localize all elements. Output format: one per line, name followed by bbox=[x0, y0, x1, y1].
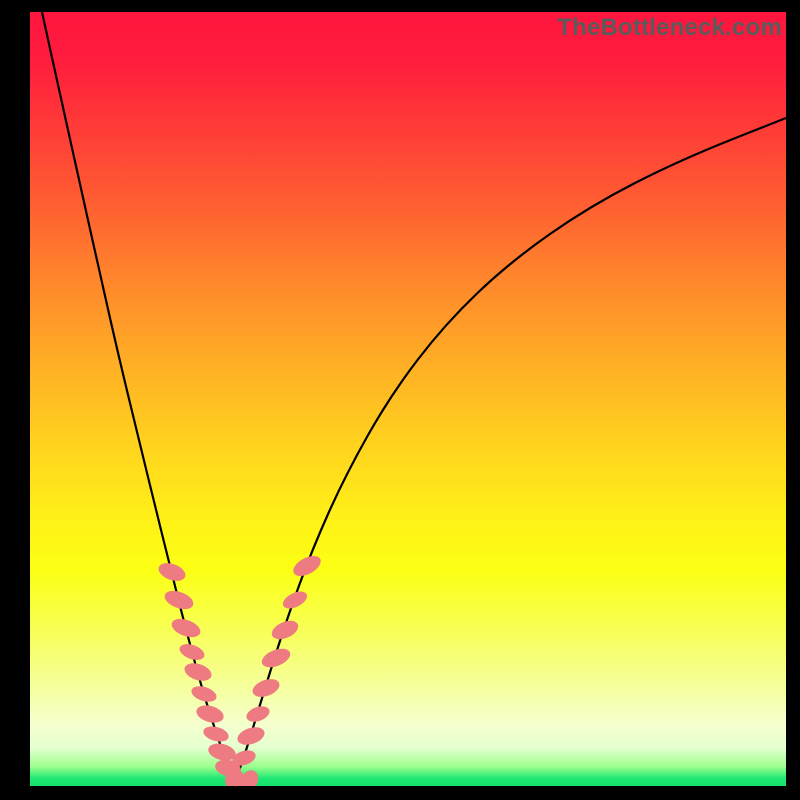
bead-marker bbox=[244, 703, 271, 724]
bead-marker bbox=[250, 676, 282, 701]
bead-marker bbox=[202, 724, 231, 744]
bead-marker bbox=[290, 552, 324, 580]
bead-marker bbox=[182, 660, 214, 684]
bead-marker bbox=[194, 702, 225, 725]
bead-marker bbox=[162, 587, 196, 612]
right-curve bbox=[235, 118, 786, 782]
bead-marker bbox=[269, 617, 301, 643]
watermark-text: TheBottleneck.com bbox=[557, 14, 782, 42]
bead-marker bbox=[189, 683, 218, 704]
plot-area bbox=[30, 12, 786, 786]
bead-marker bbox=[156, 560, 188, 585]
bead-marker bbox=[259, 645, 293, 671]
bead-marker bbox=[169, 615, 203, 640]
chart-svg bbox=[30, 12, 786, 786]
bead-marker bbox=[177, 641, 206, 663]
bead-marker bbox=[280, 588, 310, 612]
bead-marker bbox=[235, 724, 267, 748]
left-curve bbox=[42, 12, 235, 782]
